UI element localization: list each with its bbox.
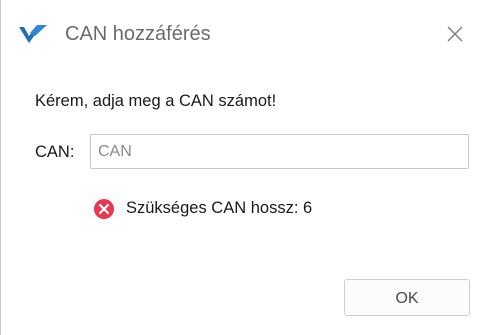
close-icon	[447, 26, 463, 42]
title-bar: CAN hozzáférés	[1, 0, 481, 68]
close-button[interactable]	[437, 20, 471, 50]
window-title: CAN hozzáférés	[65, 23, 211, 45]
can-label: CAN:	[35, 143, 75, 161]
prompt-text: Kérem, adja meg a CAN számot!	[35, 92, 277, 110]
page: CAN hozzáférés Kérem, adja meg a CAN szá…	[0, 0, 481, 335]
can-access-dialog: CAN hozzáférés Kérem, adja meg a CAN szá…	[0, 0, 481, 335]
can-input[interactable]	[90, 134, 469, 169]
ok-button[interactable]: OK	[344, 279, 470, 316]
error-icon	[94, 199, 114, 219]
check-logo-icon	[18, 24, 48, 44]
error-message: Szükséges CAN hossz: 6	[126, 199, 313, 217]
